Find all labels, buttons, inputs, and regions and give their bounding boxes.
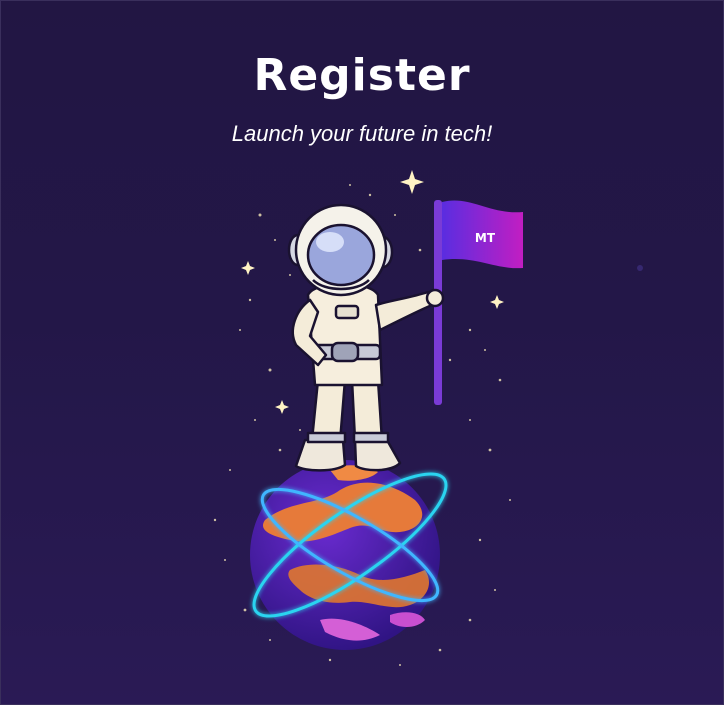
flag-label: MT: [475, 231, 496, 245]
astronaut-illustration: MT: [213, 170, 643, 666]
astronaut-icon: [287, 203, 445, 472]
flag-icon: MT: [434, 200, 523, 405]
